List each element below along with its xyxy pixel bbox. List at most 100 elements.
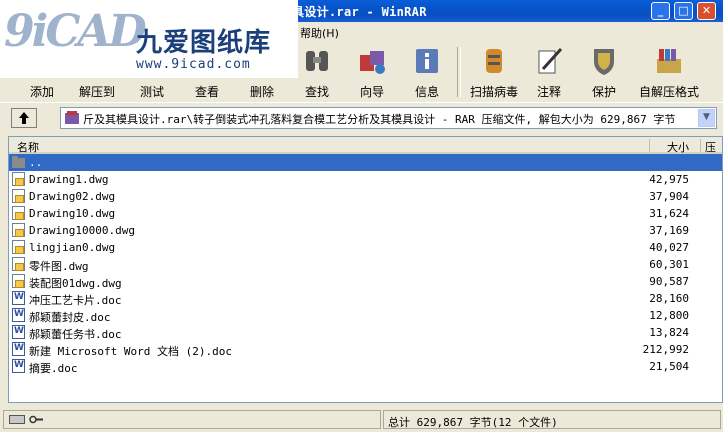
file-size: 13,824	[649, 326, 689, 339]
minimize-button[interactable]: _	[651, 2, 670, 20]
file-name: Drawing02.dwg	[29, 190, 116, 203]
file-name: Drawing10000.dwg	[29, 224, 135, 237]
file-name: 郝颖蕾封皮.doc	[29, 311, 111, 324]
dwg-file-icon	[12, 240, 25, 254]
word-doc-icon	[12, 291, 25, 305]
file-name: 郝颖蕾任务书.doc	[29, 328, 122, 341]
info-icon	[416, 49, 438, 73]
wizard-label: 向导	[359, 85, 384, 99]
file-size: 90,587	[649, 275, 689, 288]
maximize-button[interactable]: □	[674, 2, 693, 20]
window-title: 具设计.rar - WinRAR	[292, 5, 427, 19]
path-combobox[interactable]: 斤及其模具设计.rar\转子倒装式冲孔落料复合模工艺分析及其模具设计 - RAR…	[60, 107, 717, 129]
wizard-icon	[360, 51, 385, 74]
chevron-down-icon[interactable]: ▼	[698, 109, 715, 127]
list-item[interactable]: 装配图01dwg.dwg 90,587	[9, 273, 722, 290]
status-right-pane: 总计 629,867 字节(12 个文件)	[383, 410, 721, 429]
file-rows: .. Drawing1.dwg 42,975 Drawing02.dwg 37,…	[9, 154, 722, 375]
file-name: 摘要.doc	[29, 362, 78, 375]
brand-watermark: 9iCAD 九爱图纸库 www.9icad.com	[0, 0, 298, 78]
word-doc-icon	[12, 308, 25, 322]
up-arrow-icon	[19, 112, 29, 124]
close-button[interactable]: ✕	[697, 2, 716, 20]
list-item[interactable]: 郝颖蕾封皮.doc 12,800	[9, 307, 722, 324]
file-name: lingjian0.dwg	[29, 241, 116, 254]
dwg-file-icon	[12, 274, 25, 288]
file-name: 零件图.dwg	[29, 260, 89, 273]
list-item[interactable]: lingjian0.dwg 40,027	[9, 239, 722, 256]
protect-button[interactable]: 保护	[574, 41, 634, 101]
toolbar-separator	[457, 47, 461, 97]
test-label: 测试	[139, 85, 164, 99]
find-label: 查找	[304, 85, 329, 99]
virus-scan-label: 扫描病毒	[469, 85, 518, 99]
view-label: 查看	[194, 85, 219, 99]
file-size: 40,027	[649, 241, 689, 254]
dwg-file-icon	[12, 223, 25, 237]
status-left-pane	[3, 410, 381, 429]
info-button[interactable]: 信息	[397, 41, 457, 101]
sfx-icon	[657, 49, 681, 73]
word-doc-icon	[12, 325, 25, 339]
add-label: 添加	[29, 85, 54, 99]
status-bar: 总计 629,867 字节(12 个文件)	[0, 407, 723, 432]
menu-help[interactable]: 帮助(H)	[300, 25, 339, 41]
list-header: 名称 大小 压	[9, 137, 722, 155]
list-item[interactable]: 摘要.doc 21,504	[9, 358, 722, 375]
file-size: 42,975	[649, 173, 689, 186]
file-name: Drawing1.dwg	[29, 173, 109, 186]
file-name: 冲压工艺卡片.doc	[29, 294, 122, 307]
column-packed[interactable]: 压	[705, 139, 716, 155]
file-name: 新建 Microsoft Word 文档 (2).doc	[29, 345, 232, 358]
file-size: 60,301	[649, 258, 689, 271]
list-item[interactable]: 郝颖蕾任务书.doc 13,824	[9, 324, 722, 341]
extract-to-label: 解压到	[78, 85, 115, 99]
virus-scan-button[interactable]: 扫描病毒	[462, 41, 526, 101]
column-divider[interactable]	[649, 139, 650, 152]
brand-latin: 9iCAD	[4, 6, 147, 57]
sfx-label: 自解压格式	[638, 85, 699, 99]
list-item[interactable]: Drawing1.dwg 42,975	[9, 171, 722, 188]
key-icon[interactable]	[29, 415, 43, 424]
column-size[interactable]: 大小	[655, 139, 689, 155]
wizard-button[interactable]: 向导	[342, 41, 402, 101]
file-name: 装配图01dwg.dwg	[29, 277, 122, 290]
protect-shield-icon	[594, 49, 614, 75]
list-item[interactable]: 零件图.dwg 60,301	[9, 256, 722, 273]
up-folder-button[interactable]	[11, 108, 37, 128]
dwg-file-icon	[12, 206, 25, 220]
sfx-button[interactable]: 自解压格式	[633, 41, 705, 101]
delete-label: 删除	[249, 85, 274, 99]
info-label: 信息	[414, 85, 439, 99]
dwg-file-icon	[12, 189, 25, 203]
comment-icon	[538, 47, 563, 74]
list-item[interactable]: Drawing10.dwg 31,624	[9, 205, 722, 222]
file-size: 37,169	[649, 224, 689, 237]
comment-label: 注释	[536, 85, 561, 99]
file-size: 37,904	[649, 190, 689, 203]
file-size: 31,624	[649, 207, 689, 220]
comment-button[interactable]: 注释	[519, 41, 579, 101]
file-list: 名称 大小 压 .. Drawing1.dwg 42,975 Drawing02…	[8, 136, 723, 403]
list-item[interactable]: ..	[9, 154, 722, 171]
file-size: 212,992	[642, 343, 689, 356]
word-doc-icon	[12, 342, 25, 356]
column-divider[interactable]	[700, 139, 701, 152]
find-binoculars-icon	[306, 51, 328, 71]
address-row: 斤及其模具设计.rar\转子倒装式冲孔落料复合模工艺分析及其模具设计 - RAR…	[0, 104, 723, 131]
file-size: 12,800	[649, 309, 689, 322]
list-item[interactable]: Drawing10000.dwg 37,169	[9, 222, 722, 239]
virus-scan-icon	[486, 49, 502, 73]
column-name[interactable]: 名称	[17, 139, 39, 155]
dwg-file-icon	[12, 172, 25, 186]
drive-icon[interactable]	[9, 415, 25, 424]
file-name: Drawing10.dwg	[29, 207, 116, 220]
protect-label: 保护	[591, 85, 616, 99]
brand-name: 九爱图纸库	[136, 28, 272, 58]
list-item[interactable]: Drawing02.dwg 37,904	[9, 188, 722, 205]
list-item[interactable]: 新建 Microsoft Word 文档 (2).doc 212,992	[9, 341, 722, 358]
list-item[interactable]: 冲压工艺卡片.doc 28,160	[9, 290, 722, 307]
word-doc-icon	[12, 359, 25, 373]
archive-icon	[65, 111, 79, 124]
path-text: 斤及其模具设计.rar\转子倒装式冲孔落料复合模工艺分析及其模具设计 - RAR…	[83, 113, 676, 126]
